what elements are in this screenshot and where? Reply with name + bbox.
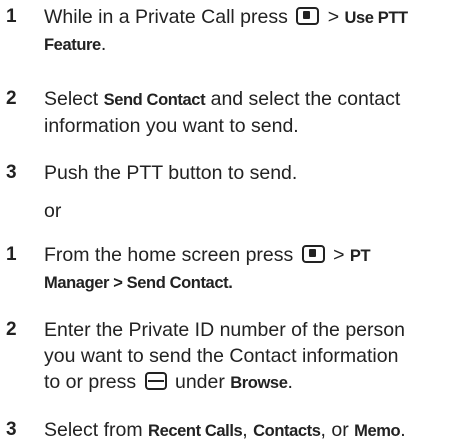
step-line: information you want to send. (44, 115, 299, 137)
step-text: Select Send Contact and select the conta… (44, 86, 456, 139)
step-text: While in a Private Call press > Use PTT … (44, 4, 456, 58)
menu-key-icon (296, 7, 320, 25)
instruction-text: under (174, 371, 225, 393)
command-pt: PT (349, 247, 371, 265)
command-memo: Memo (354, 422, 401, 440)
command-recent-calls: Recent Calls (148, 422, 243, 440)
step-line: From the home screen press > PT (44, 242, 456, 269)
step-line: to or press under Browse. (44, 369, 456, 396)
step-line: Push the PTT button to send. (44, 162, 298, 184)
step-number: 2 (6, 319, 17, 340)
punctuation: . (287, 371, 293, 393)
step-line: Enter the Private ID number of the perso… (44, 319, 405, 341)
step-line: Manager > Send Contact. (44, 269, 456, 296)
step-line: Select Send Contact and select the conta… (44, 86, 456, 113)
step-number: 3 (6, 162, 17, 183)
punctuation: . (400, 419, 406, 441)
step-text: Enter the Private ID number of the perso… (44, 317, 456, 396)
separator: > (327, 6, 340, 28)
step-line: you want to send the Contact information (44, 345, 399, 367)
punctuation: . (100, 33, 107, 55)
instruction-text: Select from (44, 419, 143, 441)
command-send-contact: Send Contact (103, 91, 206, 109)
softkey-icon (144, 372, 167, 390)
step-line: Feature. (44, 31, 456, 58)
step-text: Select from Recent Calls, Contacts, or M… (44, 417, 456, 444)
step-number: 2 (6, 88, 17, 109)
menu-key-icon (301, 245, 325, 263)
instruction-text: Select (44, 88, 99, 110)
step-number: 1 (6, 244, 17, 265)
command-contacts: Contacts (253, 422, 321, 440)
step-text: Push the PTT button to send. (44, 160, 456, 186)
separator: > (333, 244, 345, 266)
instruction-text: and select the contact (210, 88, 401, 110)
instruction-text: From the home screen press (44, 244, 294, 266)
punctuation: , (242, 419, 248, 441)
instruction-text: , or (320, 419, 349, 441)
command-browse: Browse (230, 374, 288, 392)
command-manager-send-contact: Manager > Send Contact. (44, 274, 233, 292)
instruction-text: While in a Private Call press (44, 6, 288, 28)
command-use-ptt: Use PTT (344, 9, 409, 27)
or-separator: or (44, 200, 62, 222)
step-line: Select from Recent Calls, Contacts, or M… (44, 417, 456, 444)
step-text: From the home screen press > PT Manager … (44, 242, 456, 296)
step-line: While in a Private Call press > Use PTT (44, 4, 456, 31)
instruction-text: to or press (44, 371, 137, 393)
command-feature: Feature (44, 36, 101, 54)
step-number: 1 (6, 6, 17, 27)
manual-page: 1 While in a Private Call press > Use PT… (0, 0, 456, 441)
step-number: 3 (6, 419, 17, 440)
